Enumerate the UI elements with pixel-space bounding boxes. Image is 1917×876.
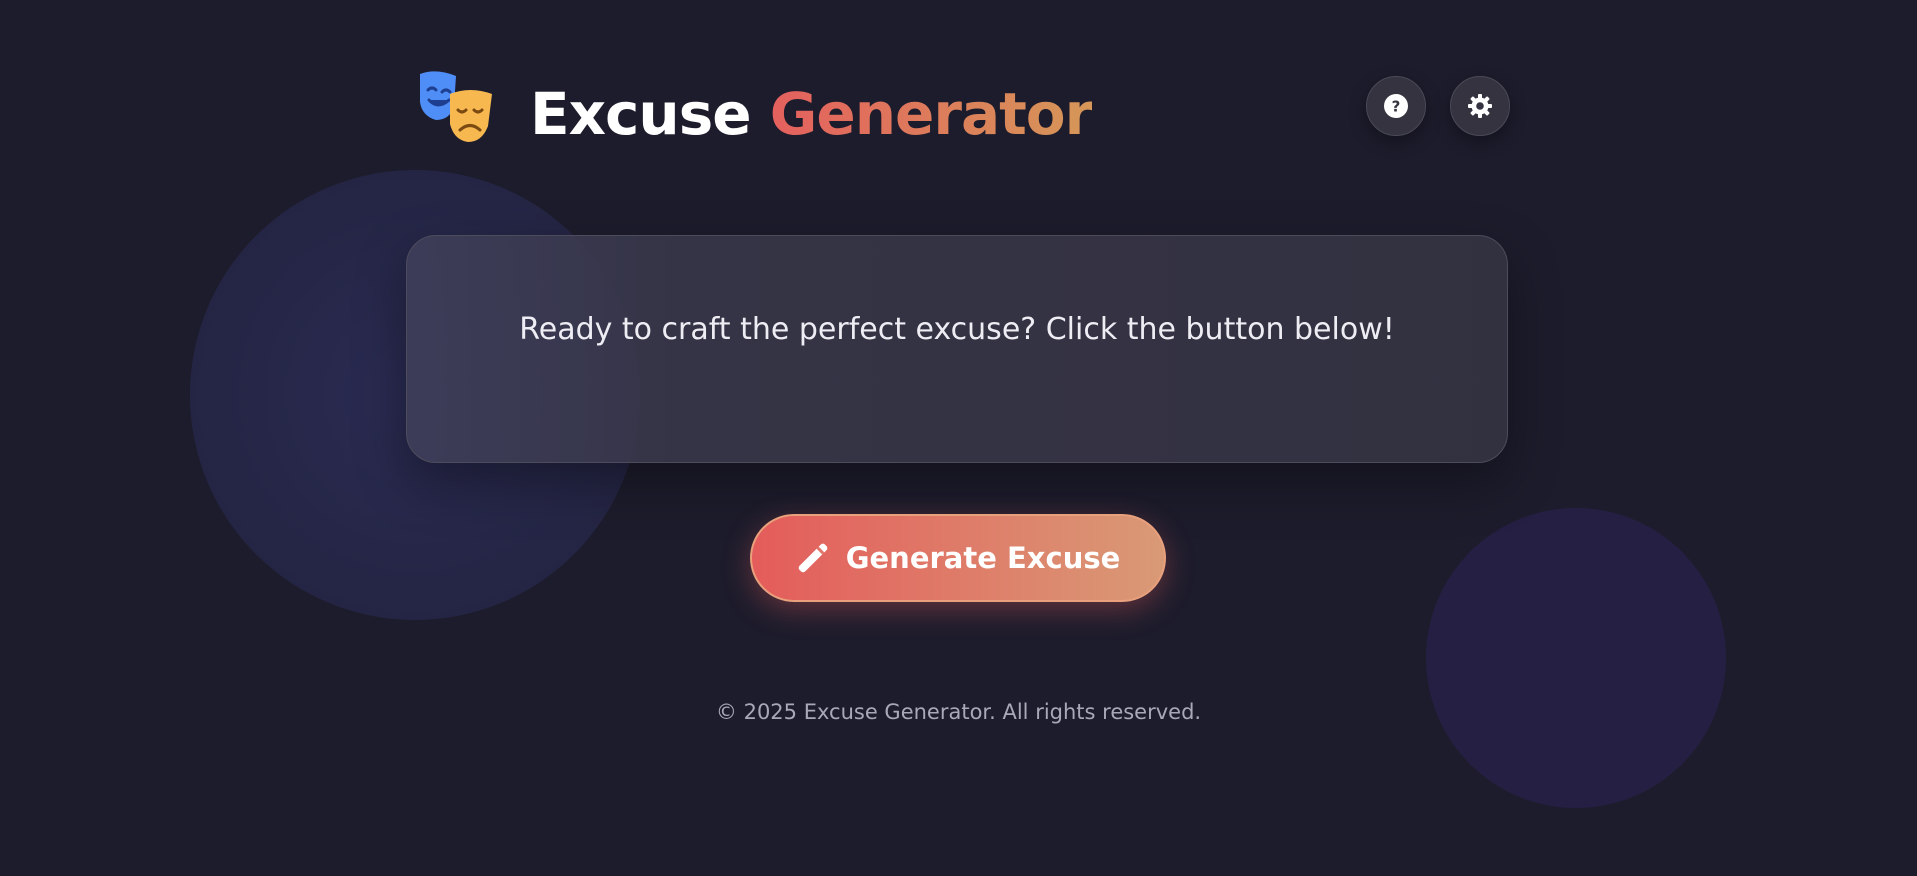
question-circle-icon: ? [1384, 94, 1408, 118]
excuse-card: Ready to craft the perfect excuse? Click… [406, 235, 1508, 463]
background-blob-right [1426, 508, 1726, 808]
generate-excuse-button[interactable]: Generate Excuse [750, 514, 1166, 602]
gear-icon [1468, 94, 1492, 118]
help-button[interactable]: ? [1366, 76, 1426, 136]
page-title: Excuse Generator [530, 74, 1093, 154]
svg-text:?: ? [1392, 98, 1401, 116]
magic-wand-icon [798, 543, 828, 573]
settings-button[interactable] [1450, 76, 1510, 136]
theater-masks-icon [420, 71, 492, 142]
title-part-excuse: Excuse [530, 80, 752, 148]
excuse-text: Ready to craft the perfect excuse? Click… [519, 312, 1395, 347]
footer-copyright: © 2025 Excuse Generator. All rights rese… [715, 700, 1202, 724]
header: Excuse Generator ? [406, 60, 1510, 154]
title-part-generator: Generator [769, 80, 1093, 148]
generate-excuse-label: Generate Excuse [845, 541, 1121, 575]
